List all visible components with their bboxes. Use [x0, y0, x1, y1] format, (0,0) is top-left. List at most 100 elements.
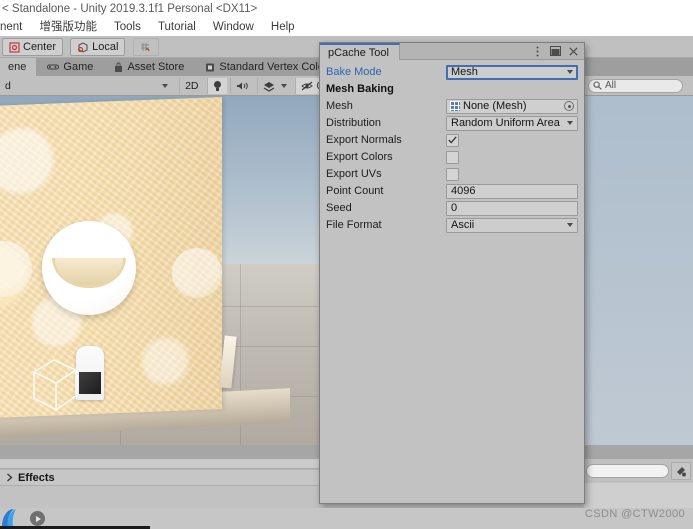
- tab-asset-store[interactable]: Asset Store: [106, 58, 194, 76]
- chevron-right-icon[interactable]: [6, 473, 13, 482]
- field-mesh-label: Mesh: [326, 100, 353, 112]
- pcache-tab[interactable]: pCache Tool: [320, 43, 400, 60]
- unity-editor-screenshot: < Standalone - Unity 2019.3.1f1 Personal…: [0, 0, 693, 529]
- checkmark-icon: [448, 136, 457, 144]
- pivot-center-icon: [9, 41, 20, 53]
- close-icon[interactable]: [568, 46, 579, 57]
- gamepad-icon: [47, 64, 60, 70]
- effects-icon: [263, 81, 274, 92]
- effects-chevron-down-icon[interactable]: [280, 84, 287, 88]
- space-mode-button[interactable]: Local: [70, 38, 126, 56]
- grid-snap-button[interactable]: [133, 38, 160, 56]
- field-distribution: Distribution Random Uniform Area: [326, 115, 578, 131]
- export-normals-checkbox[interactable]: [446, 133, 459, 147]
- chevron-down-icon: [567, 121, 573, 125]
- lightbulb-icon: [213, 81, 221, 91]
- inspector-search-input[interactable]: [586, 464, 669, 478]
- tab-scene[interactable]: ene: [0, 58, 37, 76]
- pcache-tool-window[interactable]: pCache Tool Bake Mode Mesh Mesh Baking M…: [319, 42, 585, 504]
- mesh-asset-icon: [450, 101, 460, 111]
- menu-item-tutorial[interactable]: Tutorial: [151, 18, 203, 36]
- scene-disc-right: [172, 248, 222, 298]
- visibility-off-icon: [300, 81, 313, 91]
- tab-asset-store-label: Asset Store: [127, 61, 185, 73]
- toggle-2d-label: 2D: [185, 80, 199, 92]
- field-export-colors: Export Colors: [326, 149, 578, 165]
- tab-game[interactable]: Game: [39, 58, 103, 76]
- field-export-uvs: Export UVs: [326, 166, 578, 182]
- inspector-viewport[interactable]: [584, 96, 693, 445]
- pcache-form: Bake Mode Mesh Mesh Baking Mesh None (Me…: [320, 60, 584, 233]
- toggle-2d-button[interactable]: 2D: [179, 78, 203, 94]
- inspector-divider: [584, 445, 693, 459]
- point-count-value: 4096: [451, 185, 476, 197]
- paint-tool-button[interactable]: [671, 462, 691, 480]
- tab-standard-vertex-color[interactable]: Standard Vertex Color: [197, 58, 337, 76]
- speaker-icon: [236, 82, 248, 90]
- menu-item-window[interactable]: Window: [206, 18, 261, 36]
- field-export-colors-label: Export Colors: [326, 151, 393, 163]
- seed-input[interactable]: 0: [446, 200, 578, 216]
- scene-search-input[interactable]: All: [588, 78, 683, 93]
- scene-search-row: All: [584, 76, 693, 96]
- space-mode-label: Local: [92, 41, 119, 53]
- bake-mode-dropdown[interactable]: Mesh: [446, 64, 578, 80]
- menu-item-help[interactable]: Help: [264, 18, 302, 36]
- field-file-format: File Format Ascii: [326, 217, 578, 233]
- scene-wireframe-cube: [32, 359, 78, 412]
- field-bake-mode-label: Bake Mode: [326, 66, 382, 78]
- mesh-object-value: None (Mesh): [463, 100, 527, 112]
- search-icon: [593, 81, 602, 90]
- field-distribution-label: Distribution: [326, 117, 382, 129]
- play-circle-icon[interactable]: [30, 511, 45, 526]
- tab-scene-label: ene: [8, 61, 27, 73]
- maximize-icon[interactable]: [550, 46, 561, 57]
- distribution-value: Random Uniform Area: [451, 117, 560, 129]
- rotation-local-icon: [77, 41, 88, 53]
- field-bake-mode: Bake Mode Mesh: [326, 64, 578, 80]
- export-colors-checkbox[interactable]: [446, 150, 459, 164]
- field-file-format-label: File Format: [326, 219, 382, 231]
- field-seed: Seed 0: [326, 200, 578, 216]
- grid-snap-icon: [141, 42, 151, 51]
- file-format-value: Ascii: [451, 219, 475, 231]
- menu-item-tools[interactable]: Tools: [107, 18, 148, 36]
- section-mesh-baking-label: Mesh Baking: [326, 83, 394, 95]
- field-point-count: Point Count 4096: [326, 183, 578, 199]
- shading-mode-dropdown[interactable]: d: [0, 78, 176, 94]
- lighting-toggle-button[interactable]: [206, 78, 227, 94]
- effects-label: Effects: [18, 471, 55, 484]
- distribution-dropdown[interactable]: Random Uniform Area: [446, 115, 578, 131]
- chevron-down-icon: [162, 84, 168, 88]
- chevron-down-icon: [567, 70, 573, 74]
- kebab-menu-icon[interactable]: [532, 46, 543, 57]
- inspector-search-row: [584, 459, 693, 483]
- export-uvs-checkbox[interactable]: [446, 167, 459, 181]
- watermark: CSDN @CTW2000: [584, 508, 685, 520]
- object-picker-icon[interactable]: [564, 101, 574, 111]
- seed-value: 0: [451, 202, 458, 214]
- file-format-dropdown[interactable]: Ascii: [446, 217, 578, 233]
- paint-tool-icon: [677, 467, 686, 477]
- menu-item-nent[interactable]: nent: [0, 18, 29, 36]
- field-seed-label: Seed: [326, 202, 352, 214]
- audio-toggle-button[interactable]: [229, 78, 254, 94]
- mesh-object-field[interactable]: None (Mesh): [446, 98, 578, 114]
- inspector-footer: [584, 483, 693, 508]
- tab-standard-vertex-color-label: Standard Vertex Color: [219, 61, 328, 73]
- pivot-mode-button[interactable]: Center: [2, 38, 64, 56]
- section-mesh-baking: Mesh Baking: [326, 81, 578, 97]
- field-point-count-label: Point Count: [326, 185, 384, 197]
- field-export-normals: Export Normals: [326, 132, 578, 148]
- chevron-down-icon: [567, 223, 573, 227]
- store-bag-icon: [115, 62, 123, 72]
- point-count-input[interactable]: 4096: [446, 183, 578, 199]
- field-mesh: Mesh None (Mesh): [326, 98, 578, 114]
- shader-icon: [206, 63, 215, 71]
- field-export-uvs-label: Export UVs: [326, 168, 382, 180]
- pcache-window-controls: [532, 43, 584, 59]
- pcache-titlebar: pCache Tool: [320, 43, 584, 60]
- menu-item-enhanced[interactable]: 增强版功能: [32, 18, 104, 36]
- tab-game-label: Game: [63, 61, 94, 73]
- effects-toggle-button[interactable]: [256, 78, 292, 94]
